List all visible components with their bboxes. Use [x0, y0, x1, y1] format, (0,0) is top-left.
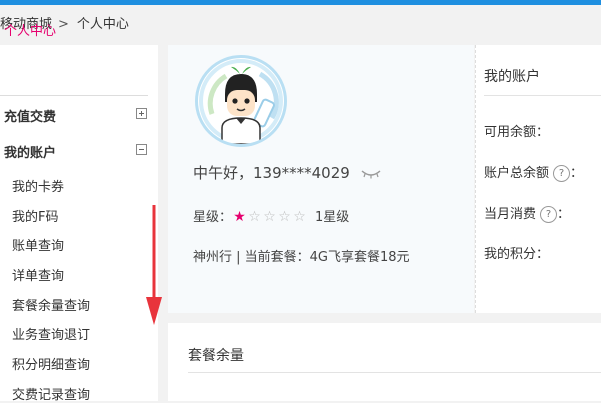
sidebar-item-payment-records[interactable]: 交费记录查询	[12, 384, 90, 403]
star-level-row: 星级：★ ☆ ☆ ☆ ☆ 1星级	[193, 206, 349, 225]
my-points-row: 我的积分：	[484, 243, 549, 262]
sidebar-group-my-account[interactable]: 我的账户	[4, 142, 147, 161]
account-divider	[484, 95, 601, 96]
help-icon[interactable]: ?	[553, 165, 571, 182]
greeting-text: 中午好，139****4029	[193, 164, 350, 182]
star-filled-icon: ★	[233, 209, 246, 225]
avatar-cartoon-icon	[199, 59, 283, 144]
sidebar-divider	[0, 95, 148, 96]
current-plan: 神州行 | 当前套餐：4G飞享套餐18元	[193, 250, 410, 265]
star-level-label: 星级：	[193, 210, 233, 225]
star-empty-icon: ☆	[248, 209, 261, 225]
available-balance-row: 可用余额：	[484, 121, 549, 140]
row-suffix: ：	[557, 207, 571, 222]
sidebar-item-package-balance[interactable]: 套餐余量查询	[12, 295, 90, 314]
star-rating: ★ ☆ ☆ ☆ ☆	[232, 209, 307, 225]
monthly-spend-label: 当月消费	[484, 207, 537, 222]
hide-number-eye-icon[interactable]	[361, 169, 381, 179]
sidebar-group-recharge[interactable]: 充值交费	[4, 106, 147, 125]
sidebar-item-bill-query[interactable]: 账单查询	[12, 235, 64, 254]
sidebar-title[interactable]: 个人中心	[4, 20, 56, 39]
account-title: 我的账户	[484, 69, 540, 85]
annotation-arrow-icon	[146, 205, 162, 325]
my-points-label: 我的积分：	[484, 247, 550, 262]
available-balance-label: 可用余额：	[484, 125, 550, 140]
user-greeting: 中午好，139****4029	[193, 162, 381, 183]
expand-plus-icon[interactable]	[136, 108, 147, 119]
sidebar-item-my-fcode[interactable]: 我的F码	[12, 206, 58, 225]
sidebar-item-points-detail[interactable]: 积分明细查询	[12, 354, 90, 373]
star-empty-icon: ☆	[278, 209, 291, 225]
total-balance-label: 账户总余额	[484, 166, 550, 181]
sidebar-item-detail-query[interactable]: 详单查询	[12, 265, 64, 284]
star-empty-icon: ☆	[263, 209, 276, 225]
sidebar-item-service-query[interactable]: 业务查询退订	[12, 324, 90, 343]
row-suffix: ：	[570, 166, 584, 181]
star-empty-icon: ☆	[293, 209, 306, 225]
sidebar-item-my-coupons[interactable]: 我的卡券	[12, 176, 64, 195]
package-balance-title: 套餐余量	[188, 348, 244, 364]
monthly-spend-row: 当月消费?：	[484, 203, 570, 223]
package-balance-divider	[188, 372, 601, 373]
breadcrumb-current: 个人中心	[76, 17, 129, 32]
sidebar-group-label: 充值交费	[4, 110, 57, 125]
breadcrumb-separator: >	[58, 17, 69, 32]
help-icon[interactable]: ?	[540, 206, 558, 223]
collapse-minus-icon[interactable]	[136, 144, 147, 155]
total-balance-row: 账户总余额?：	[484, 162, 583, 182]
breadcrumb: 移动商城 > 个人中心	[0, 5, 601, 45]
sidebar-group-label: 我的账户	[4, 146, 57, 161]
user-avatar[interactable]	[195, 55, 287, 147]
star-level-text: 1星级	[315, 210, 350, 225]
